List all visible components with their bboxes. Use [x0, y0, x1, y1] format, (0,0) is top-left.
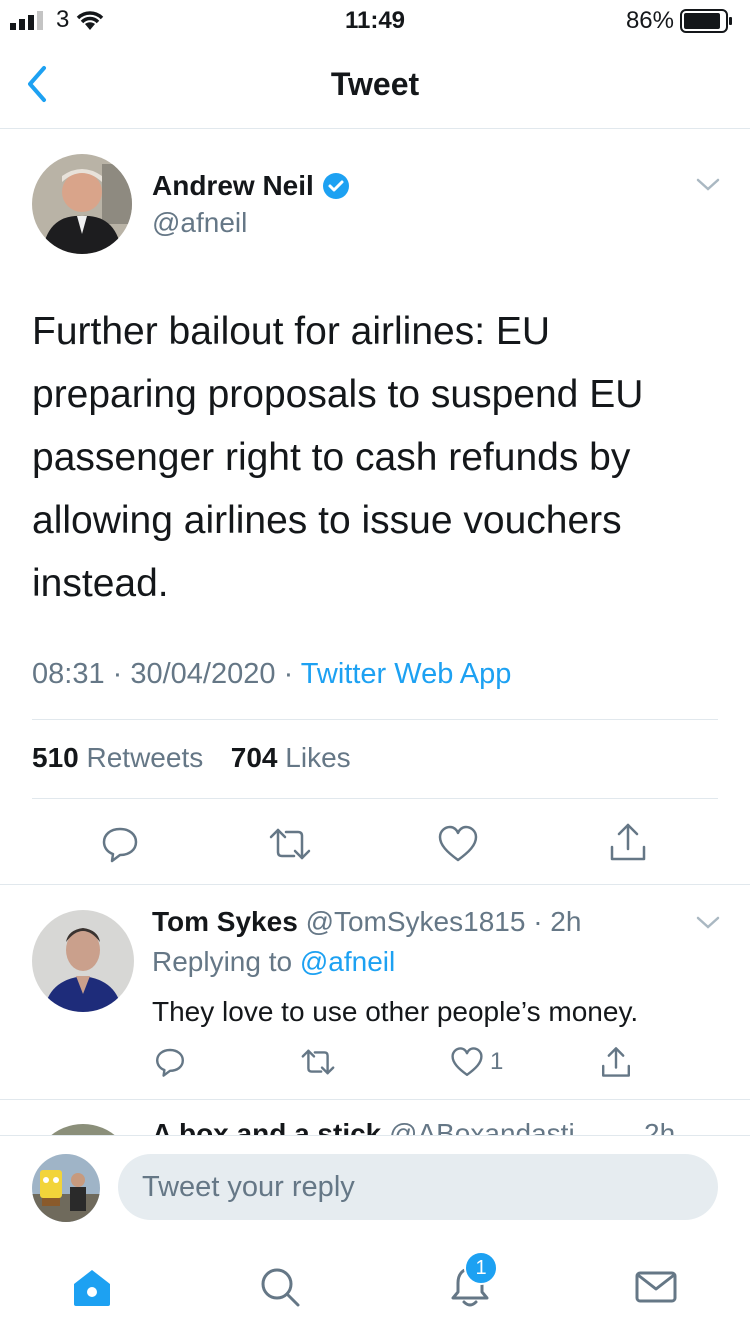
divider [0, 884, 750, 885]
author-handle[interactable]: @afneil [152, 207, 247, 239]
home-icon [74, 1270, 110, 1306]
status-bar: 3 11:49 86% [0, 0, 750, 40]
divider [32, 719, 718, 720]
tab-messages[interactable] [626, 1257, 686, 1317]
reply-author-handle[interactable]: @TomSykes1815 [306, 906, 526, 937]
tab-home[interactable] [62, 1257, 122, 1317]
battery-icon [680, 9, 732, 33]
avatar-image [32, 910, 134, 1012]
page-title: Tweet [330, 66, 420, 102]
heart-icon [451, 1047, 483, 1076]
author-name[interactable]: Andrew Neil [152, 170, 350, 202]
meta-separator: · [275, 658, 301, 690]
heart-icon [438, 825, 478, 862]
reply-icon [156, 1048, 184, 1077]
reply-button[interactable] [152, 1044, 188, 1080]
divider [32, 798, 718, 799]
notifications-badge: 1 [464, 1251, 498, 1285]
likes-count: 704 [230, 742, 278, 773]
share-icon [610, 823, 646, 861]
reply-button[interactable] [98, 822, 142, 866]
likes-label: Likes [285, 742, 351, 773]
tab-search[interactable] [250, 1257, 310, 1317]
replying-to-link[interactable]: @afneil [300, 946, 395, 977]
envelope-icon [635, 1271, 677, 1303]
retweets-stat[interactable]: 510 Retweets [32, 742, 203, 773]
reply-avatar[interactable] [32, 910, 134, 1012]
chevron-down-icon [696, 916, 720, 929]
like-count: 1 [490, 1048, 504, 1075]
share-button[interactable] [606, 820, 650, 864]
tweet-reply-input[interactable]: Tweet your reply [118, 1154, 718, 1220]
author-name-text: Andrew Neil [152, 170, 314, 201]
retweet-icon [269, 828, 311, 860]
meta-separator: · [104, 658, 131, 690]
chevron-down-icon [696, 178, 720, 191]
avatar-image [32, 1154, 100, 1222]
battery-percent: 86% [625, 7, 674, 34]
tweet-meta: 08:31 · 30/04/2020 · Twitter Web App [32, 658, 511, 691]
retweets-label: Retweets [86, 742, 204, 773]
retweet-button[interactable] [268, 822, 312, 866]
reply-icon [102, 827, 138, 863]
reply-header: Tom Sykes @TomSykes1815 · 2h [152, 906, 581, 938]
avatar-image [32, 154, 132, 254]
tweet-menu-button[interactable] [694, 912, 722, 937]
battery: 86% [626, 7, 734, 35]
tweet-menu-button[interactable] [694, 174, 722, 199]
tab-bar: 1 [0, 1235, 750, 1334]
reply-text: They love to use other people’s money. [152, 996, 639, 1027]
divider [0, 1099, 750, 1100]
tweet-source-link[interactable]: Twitter Web App [301, 658, 512, 690]
retweet-icon [301, 1049, 335, 1075]
tweet-stats: 510 Retweets 704 Likes [32, 742, 351, 774]
nav-bar: Tweet [0, 40, 750, 129]
replying-to: Replying to @afneil [152, 946, 395, 978]
tweet-date: 30/04/2020 [130, 658, 276, 690]
current-user-avatar[interactable] [32, 1154, 100, 1222]
reply-compose-bar: Tweet your reply [0, 1135, 750, 1236]
verified-badge-icon [322, 173, 349, 199]
like-button[interactable] [436, 822, 480, 866]
share-icon [602, 1047, 630, 1077]
like-button[interactable]: 1 [450, 1044, 503, 1080]
retweets-count: 510 [32, 742, 79, 773]
retweet-button[interactable] [300, 1044, 336, 1080]
reply-author-name[interactable]: Tom Sykes [152, 906, 298, 937]
tweet-time: 08:31 [32, 658, 105, 690]
reply-time: · 2h [525, 906, 582, 937]
tab-notifications[interactable]: 1 [440, 1251, 500, 1317]
share-button[interactable] [598, 1044, 634, 1080]
author-avatar[interactable] [32, 154, 132, 254]
tweet-text: Further bailout for airlines: EU prepari… [32, 310, 644, 605]
replying-to-prefix: Replying to [152, 946, 300, 977]
search-icon [261, 1268, 300, 1307]
likes-stat[interactable]: 704 Likes [231, 742, 351, 773]
